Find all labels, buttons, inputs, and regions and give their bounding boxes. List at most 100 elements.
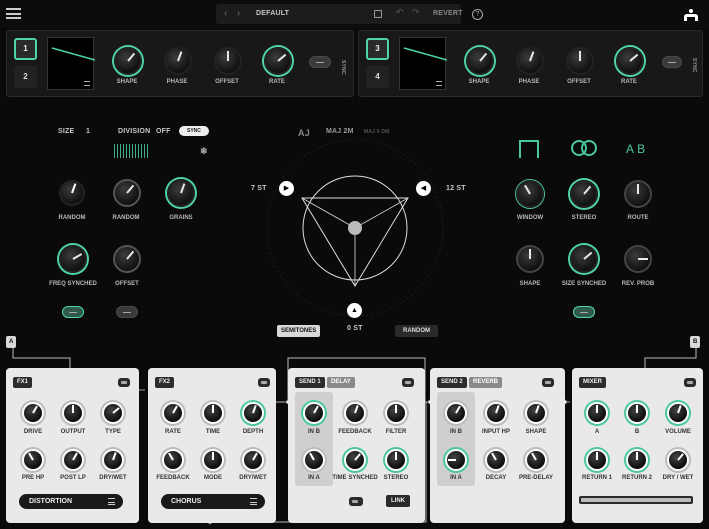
size-random-knob[interactable] xyxy=(59,180,85,206)
freq-synched-toggle[interactable] xyxy=(62,306,84,318)
route-marker-a[interactable]: A xyxy=(6,336,17,348)
send1-feedback-knob[interactable] xyxy=(344,402,366,424)
fx2-feedback-knob[interactable] xyxy=(162,449,184,471)
lfo-slot-4[interactable]: 4 xyxy=(366,66,389,88)
offset-toggle[interactable] xyxy=(116,306,138,318)
lfo1-offset-knob[interactable] xyxy=(214,47,242,75)
mixer-return2-knob[interactable] xyxy=(626,449,648,471)
route-ab-label[interactable]: A B xyxy=(626,142,645,156)
send1-timesync-toggle[interactable] xyxy=(349,497,363,506)
division-random-knob[interactable] xyxy=(113,179,141,207)
division-value[interactable]: OFF xyxy=(156,128,171,135)
window-knob[interactable] xyxy=(516,180,544,208)
send2-decay-knob[interactable] xyxy=(485,449,507,471)
mixer-drywet-knob[interactable] xyxy=(667,449,689,471)
lfo-slot-1[interactable]: 1 xyxy=(14,38,37,60)
lfo-slot-3[interactable]: 3 xyxy=(366,38,389,60)
route-knob[interactable] xyxy=(624,180,652,208)
fx1-output-knob[interactable] xyxy=(62,402,84,424)
lfo-display-2[interactable] xyxy=(399,37,448,90)
pitch-node-right[interactable]: ◀ xyxy=(416,181,431,196)
send2-predelay-knob[interactable] xyxy=(525,449,547,471)
rev-prob-knob[interactable] xyxy=(624,245,652,273)
fx2-power-toggle[interactable] xyxy=(258,378,270,387)
fx2-time-knob[interactable] xyxy=(202,402,224,424)
lfo-display-1[interactable] xyxy=(47,37,96,90)
lfo1-sync-toggle[interactable] xyxy=(309,56,331,68)
mixer-b-knob[interactable] xyxy=(626,402,648,424)
lfo-slot-2[interactable]: 2 xyxy=(14,66,37,88)
fx1-drywet-label: DRY/WET xyxy=(99,475,127,481)
fx2-drywet-knob[interactable] xyxy=(242,449,264,471)
send2-inputhp-knob[interactable] xyxy=(485,402,507,424)
lfo-menu-icon-1[interactable] xyxy=(84,81,90,86)
chord-label[interactable]: MAJ 2M xyxy=(326,128,354,135)
size-synched-toggle[interactable] xyxy=(573,306,595,318)
window-shape-icon[interactable] xyxy=(519,140,539,158)
fx2-effect-select[interactable]: CHORUS xyxy=(161,494,265,509)
fx1-power-toggle[interactable] xyxy=(118,378,130,387)
size-value[interactable]: 1 xyxy=(86,128,90,135)
lfo2-offset-knob[interactable] xyxy=(566,47,594,75)
mixer-a-knob[interactable] xyxy=(586,402,608,424)
stereo-knob[interactable] xyxy=(570,180,598,208)
send2-ina-knob[interactable] xyxy=(445,449,467,471)
lfo2-shape-knob[interactable] xyxy=(466,47,494,75)
division-sync-button[interactable]: SYNC xyxy=(179,126,209,136)
shape-knob[interactable] xyxy=(516,245,544,273)
mixer-output-meter xyxy=(579,496,693,504)
preset-name[interactable]: DEFAULT xyxy=(256,10,289,17)
stereo-icon[interactable] xyxy=(571,140,599,158)
mixer-return1-knob[interactable] xyxy=(586,449,608,471)
send2-power-toggle[interactable] xyxy=(542,378,554,387)
fx2-mode-knob[interactable] xyxy=(202,449,224,471)
save-icon[interactable] xyxy=(374,10,382,18)
send1-timesynched-knob[interactable] xyxy=(344,449,366,471)
next-preset-icon[interactable]: › xyxy=(237,8,241,19)
lfo-menu-icon-2[interactable] xyxy=(436,81,442,86)
fx1-effect-select[interactable]: DISTORTION xyxy=(19,494,123,509)
revert-button[interactable]: REVERT xyxy=(433,10,463,17)
send1-ina-knob[interactable] xyxy=(303,449,325,471)
fx1-drive-knob[interactable] xyxy=(22,402,44,424)
undo-icon[interactable]: ↶ xyxy=(396,7,404,18)
redo-icon[interactable]: ↷ xyxy=(412,7,420,18)
fx2-depth-knob[interactable] xyxy=(242,402,264,424)
freeze-icon[interactable]: ❄ xyxy=(200,146,208,157)
grains-knob[interactable] xyxy=(167,179,195,207)
lfo1-phase-knob[interactable] xyxy=(164,47,192,75)
send1-link-button[interactable]: LINK xyxy=(386,495,410,507)
mixer-power-toggle[interactable] xyxy=(684,378,696,387)
fx1-prehp-knob[interactable] xyxy=(22,449,44,471)
mixer-volume-knob[interactable] xyxy=(667,402,689,424)
fx1-postlp-knob[interactable] xyxy=(62,449,84,471)
freq-synched-knob[interactable] xyxy=(59,245,87,273)
lfo2-rate-label: RATE xyxy=(621,79,637,85)
send2-shape-knob[interactable] xyxy=(525,402,547,424)
send1-filter-knob[interactable] xyxy=(385,402,407,424)
send1-stereo-knob[interactable] xyxy=(385,449,407,471)
lfo1-rate-knob[interactable] xyxy=(264,47,292,75)
send1-inb-knob[interactable] xyxy=(303,402,325,424)
fx1-type-knob[interactable] xyxy=(102,402,124,424)
fx2-rate-knob[interactable] xyxy=(162,402,184,424)
route-marker-b[interactable]: B xyxy=(690,336,701,348)
size-synched-knob[interactable] xyxy=(570,245,598,273)
offset-knob[interactable] xyxy=(113,245,141,273)
prev-preset-icon[interactable]: ‹ xyxy=(224,8,228,19)
pitch-circle[interactable] xyxy=(260,140,450,330)
fx1-drywet-knob[interactable] xyxy=(102,449,124,471)
fx1-title: FX1 xyxy=(13,377,33,388)
send1-power-toggle[interactable] xyxy=(402,378,414,387)
fx1-effect-name: DISTORTION xyxy=(29,498,73,505)
send1-title: SEND 1 xyxy=(295,377,325,388)
menu-icon[interactable] xyxy=(6,8,21,19)
pitch-node-left[interactable]: ▶ xyxy=(279,181,294,196)
pitch-node-bottom[interactable]: ▲ xyxy=(347,303,362,318)
lfo2-phase-knob[interactable] xyxy=(516,47,544,75)
help-icon[interactable]: ? xyxy=(472,9,483,20)
lfo1-shape-knob[interactable] xyxy=(114,47,142,75)
lfo2-sync-toggle[interactable] xyxy=(662,56,682,68)
lfo2-rate-knob[interactable] xyxy=(616,47,644,75)
send2-inb-knob[interactable] xyxy=(445,402,467,424)
